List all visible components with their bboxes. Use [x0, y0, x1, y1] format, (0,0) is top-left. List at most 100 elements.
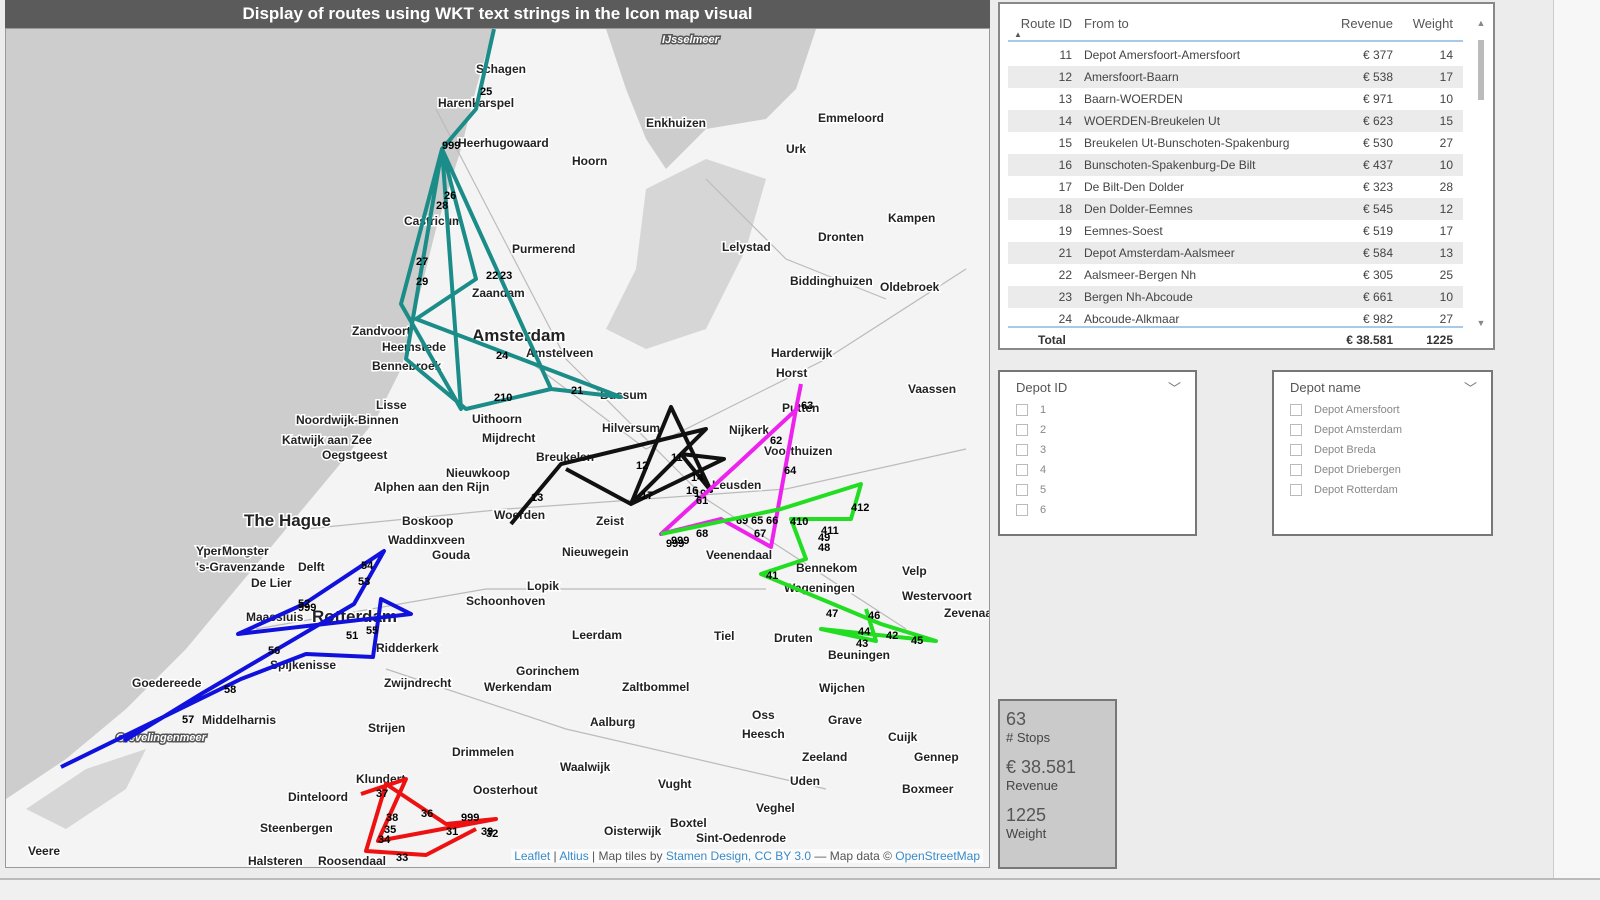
chevron-down-icon[interactable]: ﹀ — [1464, 378, 1477, 397]
altius-link[interactable]: Altius — [559, 849, 588, 863]
slicer-option[interactable]: Depot Driebergen — [1290, 460, 1402, 480]
place-label: Gennep — [914, 750, 959, 764]
chevron-down-icon[interactable]: ﹀ — [1168, 378, 1181, 397]
checkbox[interactable] — [1016, 464, 1028, 476]
revenue-cell: € 623 — [1362, 114, 1393, 128]
weight-cell: 27 — [1439, 136, 1453, 150]
stamen-link[interactable]: Stamen Design, CC BY 3.0 — [666, 849, 811, 863]
leaflet-link[interactable]: Leaflet — [514, 849, 550, 863]
slicer-option[interactable]: 1 — [1016, 400, 1046, 420]
weight-cell: 10 — [1439, 158, 1453, 172]
map-attribution: Leaflet | Altius | Map tiles by Stamen D… — [511, 849, 983, 863]
header-route-id[interactable]: Route ID — [1014, 16, 1072, 31]
place-label: Nijkerk — [729, 423, 769, 437]
checkbox[interactable] — [1016, 444, 1028, 456]
place-label: Biddinghuizen — [790, 274, 873, 288]
table-row[interactable]: 18 Den Dolder-Eemnes € 545 12 — [1008, 198, 1463, 220]
stop-label: 26 — [444, 190, 456, 202]
from-to-cell: WOERDEN-Breukelen Ut — [1084, 114, 1221, 128]
place-label: Zevenaar — [944, 606, 990, 620]
table-row[interactable]: 22 Aalsmeer-Bergen Nh € 305 25 — [1008, 264, 1463, 286]
revenue-cell: € 661 — [1362, 290, 1393, 304]
checkbox[interactable] — [1290, 484, 1302, 496]
weight-cell: 10 — [1439, 290, 1453, 304]
checkbox[interactable] — [1016, 484, 1028, 496]
option-label: 3 — [1040, 444, 1047, 456]
header-revenue[interactable]: Revenue — [1341, 16, 1393, 31]
option-label: Depot Rotterdam — [1314, 484, 1398, 496]
place-label: Westervoort — [902, 589, 972, 603]
scroll-down-icon[interactable]: ▼ — [1475, 318, 1487, 328]
weight-value: 1225 — [1006, 805, 1047, 825]
stop-label: 999 — [298, 602, 316, 614]
checkbox[interactable] — [1290, 464, 1302, 476]
header-from-to[interactable]: From to — [1084, 16, 1129, 31]
checkbox[interactable] — [1290, 444, 1302, 456]
stop-label: 412 — [851, 502, 869, 514]
slicer-option[interactable]: Depot Amsterdam — [1290, 420, 1402, 440]
place-label: Urk — [786, 142, 806, 156]
revenue-cell: € 971 — [1362, 92, 1393, 106]
place-label: Alphen aan den Rijn — [374, 480, 489, 494]
table-row[interactable]: 19 Eemnes-Soest € 519 17 — [1008, 220, 1463, 242]
stop-label: 42 — [886, 630, 898, 642]
place-label: De Lier — [251, 576, 292, 590]
checkbox[interactable] — [1016, 404, 1028, 416]
table-row[interactable]: 23 Bergen Nh-Abcoude € 661 10 — [1008, 286, 1463, 308]
table-row[interactable]: 15 Breukelen Ut-Bunschoten-Spakenburg € 53… — [1008, 132, 1463, 154]
slicer-option[interactable]: 4 — [1016, 460, 1046, 480]
slicer-option[interactable]: 6 — [1016, 500, 1046, 520]
table-scrollbar[interactable]: ▲ ▼ — [1475, 18, 1487, 328]
table-row[interactable]: 11 Depot Amersfoort-Amersfoort € 377 14 — [1008, 44, 1463, 66]
stop-label: 57 — [182, 714, 194, 726]
place-label: Vaassen — [908, 382, 956, 396]
place-label: Oss — [752, 708, 775, 722]
weight-cell: 14 — [1439, 48, 1453, 62]
from-to-cell: Depot Amersfoort-Amersfoort — [1084, 48, 1241, 62]
osm-link[interactable]: OpenStreetMap — [895, 849, 980, 863]
place-label: Dinteloord — [288, 790, 348, 804]
table-row[interactable]: 17 De Bilt-Den Dolder € 323 28 — [1008, 176, 1463, 198]
place-label: Harderwijk — [771, 346, 833, 360]
scrollbar-thumb[interactable] — [1478, 40, 1484, 100]
stop-label: 68 — [696, 528, 708, 540]
table-row[interactable]: 14 WOERDEN-Breukelen Ut € 623 15 — [1008, 110, 1463, 132]
place-label: Boskoop — [402, 514, 453, 528]
place-label: Heesch — [742, 727, 785, 741]
map-canvas[interactable]: SchagenHarenkarspelHeerhugowaardHoornEnk… — [6, 29, 990, 868]
table-row[interactable]: 13 Baarn-WOERDEN € 971 10 — [1008, 88, 1463, 110]
slicer-option[interactable]: Depot Amersfoort — [1290, 400, 1402, 420]
scroll-up-icon[interactable]: ▲ — [1475, 18, 1487, 28]
depot-id-slicer: Depot ID ﹀ 1 2 3 4 5 6 — [998, 370, 1197, 536]
checkbox[interactable] — [1290, 404, 1302, 416]
revenue-cell: € 545 — [1362, 202, 1393, 216]
slicer-option[interactable]: 2 — [1016, 420, 1046, 440]
slicer-option[interactable]: Depot Breda — [1290, 440, 1402, 460]
place-label: Castricum — [404, 214, 463, 228]
place-label: Schoonhoven — [466, 594, 545, 608]
table-row[interactable]: 21 Depot Amsterdam-Aalsmeer € 584 13 — [1008, 242, 1463, 264]
checkbox[interactable] — [1016, 504, 1028, 516]
sort-ascending-icon: ▲ — [1014, 30, 1022, 39]
option-label: 4 — [1040, 464, 1047, 476]
checkbox[interactable] — [1016, 424, 1028, 436]
place-label: Kampen — [888, 211, 935, 225]
place-label: Leerdam — [572, 628, 622, 642]
icon-map-visual[interactable]: Schagen Harenkarspel Heerhugowaard Hoorn Enk… — [5, 28, 990, 868]
place-label: Roosendaal — [318, 854, 386, 868]
revenue-cell: € 377 — [1362, 48, 1393, 62]
route-id-cell: 17 — [1058, 180, 1072, 194]
stop-label: 54 — [361, 560, 374, 572]
slicer-option[interactable]: 5 — [1016, 480, 1046, 500]
stop-label: 34 — [378, 834, 391, 846]
checkbox[interactable] — [1290, 424, 1302, 436]
header-weight[interactable]: Weight — [1413, 16, 1453, 31]
table-row[interactable]: 16 Bunschoten-Spakenburg-De Bilt € 437 10 — [1008, 154, 1463, 176]
stops-label: # Stops — [1006, 730, 1051, 745]
table-row[interactable]: 12 Amersfoort-Baarn € 538 17 — [1008, 66, 1463, 88]
place-label: Lisse — [376, 398, 407, 412]
slicer-option[interactable]: Depot Rotterdam — [1290, 480, 1402, 500]
stop-label: 43 — [856, 638, 868, 650]
slicer-option[interactable]: 3 — [1016, 440, 1046, 460]
from-to-cell: Amersfoort-Baarn — [1084, 70, 1179, 84]
